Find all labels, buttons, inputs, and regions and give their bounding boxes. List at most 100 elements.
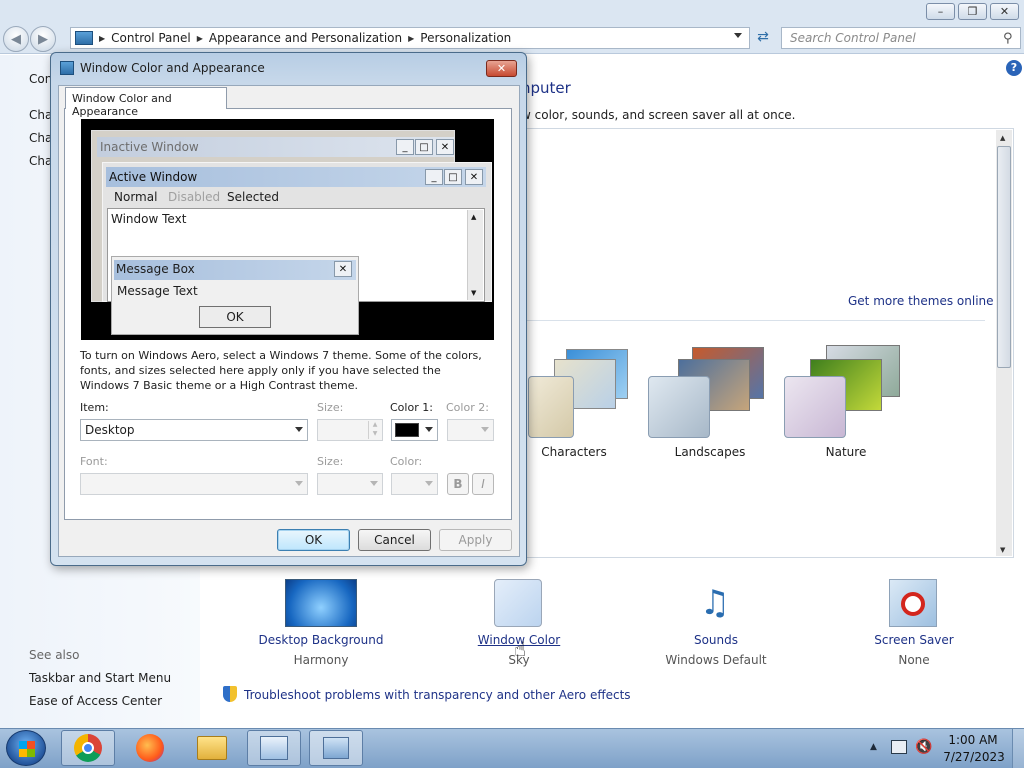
taskbar-firefox[interactable] [123,730,177,766]
font-size-select[interactable] [317,473,383,495]
dialog-close-button[interactable]: ✕ [486,60,517,77]
network-icon[interactable] [891,740,907,754]
sounds-link[interactable]: Sounds [641,633,791,647]
preview-scroll-up-icon: ▲ [471,213,477,221]
firefox-icon [136,734,164,762]
show-desktop-button[interactable] [1012,729,1024,768]
chrome-icon [74,734,102,762]
preview-ok-button: OK [199,306,271,328]
left-link-partial[interactable]: Con [29,72,52,86]
breadcrumb-control-panel[interactable]: Control Panel [105,31,197,45]
desktop-background-icon[interactable] [285,579,357,627]
search-icon[interactable]: ⚲ [1003,31,1013,46]
ok-button[interactable]: OK [277,529,350,551]
theme-scrollbar-thumb[interactable] [997,146,1011,368]
theme-landscapes[interactable] [648,345,768,438]
taskbar-window-color[interactable] [309,730,363,766]
left-link-partial[interactable]: Cha [29,108,52,122]
message-box-title: Message Box [116,262,195,276]
dialog-app-icon [60,61,74,75]
preview-close-icon: ✕ [334,261,352,277]
font-size-label: Size: [317,455,344,468]
get-more-themes-link[interactable]: Get more themes online [848,294,994,308]
desktop-background-link[interactable]: Desktop Background [246,633,396,647]
font-color-picker[interactable] [391,473,438,495]
left-link-partial[interactable]: Cha [29,154,52,168]
ease-of-access-link[interactable]: Ease of Access Center [29,694,162,708]
close-button[interactable]: ✕ [990,3,1019,20]
back-button[interactable]: ◀ [3,26,29,52]
window-color-icon[interactable] [494,579,542,627]
show-hidden-icons[interactable]: ▲ [870,742,877,752]
control-panel-icon [260,736,288,760]
divider [527,320,985,321]
size-stepper[interactable]: ▲ ▼ [317,419,383,441]
volume-muted-icon[interactable]: 🔇 [915,739,932,755]
stepper-up-icon[interactable]: ▲ [368,421,381,430]
sounds-icon[interactable]: ♫ [691,579,739,627]
inactive-window-title: Inactive Window [100,140,199,154]
start-button[interactable] [6,730,46,766]
window-color-app-icon [323,737,349,759]
window-text: Window Text [111,212,187,226]
theme-label[interactable]: Nature [786,445,906,459]
breadcrumb-appearance[interactable]: Appearance and Personalization [203,31,408,45]
theme-nature[interactable] [784,345,904,438]
chevron-down-icon [425,481,433,486]
font-select[interactable] [80,473,308,495]
taskbar-explorer[interactable] [185,730,239,766]
address-bar[interactable]: ▶ Control Panel ▶ Appearance and Persona… [70,27,750,49]
preview-scrollbar [467,210,483,300]
item-select[interactable]: Desktop [80,419,308,441]
chevron-down-icon [370,481,378,486]
help-icon[interactable]: ? [1006,60,1022,76]
clock-date[interactable]: 7/27/2023 [942,750,1006,764]
preview-minimize-icon: _ [396,139,414,155]
desktop-background-value: Harmony [293,653,349,667]
minimize-button[interactable]: – [926,3,955,20]
theme-label[interactable]: Landscapes [650,445,770,459]
preview-maximize-icon: □ [444,169,462,185]
apply-button[interactable]: Apply [439,529,512,551]
color1-picker[interactable] [391,419,438,441]
italic-button[interactable]: I [472,473,494,495]
breadcrumb-personalization[interactable]: Personalization [414,31,517,45]
scroll-up-icon[interactable]: ▲ [1000,134,1005,142]
left-link-partial[interactable]: Cha [29,131,52,145]
theme-characters[interactable] [528,345,630,438]
clock-time[interactable]: 1:00 AM [946,733,1000,747]
restore-button[interactable]: ❐ [958,3,987,20]
taskbar-start-menu-link[interactable]: Taskbar and Start Menu [29,671,171,685]
search-input[interactable]: Search Control Panel [781,27,1021,49]
page-subtext-partial: w color, sounds, and screen saver all at… [521,108,796,122]
address-dropdown-icon[interactable] [734,33,742,38]
color2-picker[interactable] [447,419,494,441]
folder-icon [197,736,227,760]
menu-selected: Selected [227,190,280,204]
theme-list[interactable] [520,128,1014,558]
chevron-down-icon [425,427,433,432]
screen-saver-value: None [898,653,930,667]
scroll-down-icon[interactable]: ▼ [1000,546,1005,554]
screen-saver-icon[interactable] [889,579,937,627]
troubleshoot-link[interactable]: Troubleshoot problems with transparency … [244,688,631,702]
stepper-down-icon[interactable]: ▼ [368,430,381,439]
cancel-button[interactable]: Cancel [358,529,431,551]
theme-label[interactable]: Characters [514,445,634,459]
size-label: Size: [317,401,344,414]
menu-normal: Normal [114,190,158,204]
refresh-icon[interactable]: ⇄ [753,29,773,47]
taskbar-control-panel[interactable] [247,730,301,766]
tab-window-color[interactable]: Window Color and Appearance [65,87,227,118]
taskbar-chrome[interactable] [61,730,115,766]
font-color-label: Color: [390,455,423,468]
preview-minimize-icon: _ [425,169,443,185]
screen-saver-link[interactable]: Screen Saver [839,633,989,647]
window-titlebar [0,0,1024,24]
see-also-title: See also [29,648,80,662]
active-window-title: Active Window [109,170,198,184]
windows-logo-icon [19,741,35,757]
bold-button[interactable]: B [447,473,469,495]
chevron-down-icon [481,427,489,432]
forward-button[interactable]: ▶ [30,26,56,52]
